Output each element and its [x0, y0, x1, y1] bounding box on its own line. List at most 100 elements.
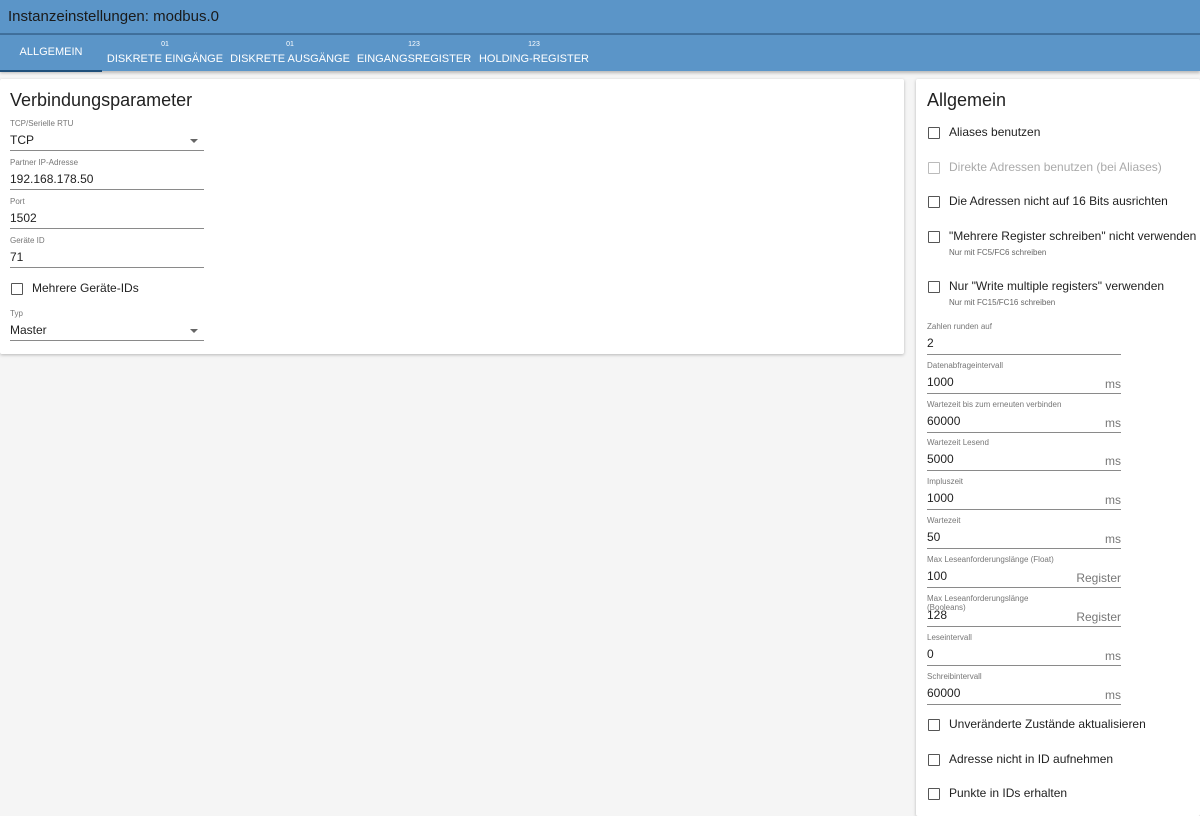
- underline: [927, 626, 1121, 627]
- multi-device-ids-checkbox[interactable]: Mehrere Geräte-IDs: [11, 281, 211, 299]
- checkbox-box[interactable]: [11, 283, 23, 295]
- direct-addresses-checkbox[interactable]: Direkte Adressen benutzen (bei Aliases): [928, 160, 1198, 178]
- underline: [927, 354, 1121, 355]
- checkbox-label: Nur "Write multiple registers" verwenden: [949, 279, 1165, 293]
- poll-interval-input[interactable]: Datenabfrageintervall 1000 ms: [927, 361, 1121, 394]
- checkbox-box[interactable]: [928, 231, 940, 243]
- read-interval-input[interactable]: Leseintervall 0 ms: [927, 633, 1121, 666]
- numeric-icon: 123: [408, 41, 420, 48]
- field-value: 60000: [927, 414, 961, 428]
- field-value: 0: [927, 647, 934, 661]
- type-select[interactable]: Typ Master: [10, 309, 204, 341]
- underline: [10, 267, 204, 268]
- checkbox-box[interactable]: [928, 719, 940, 731]
- field-value: 192.168.178.50: [10, 172, 94, 186]
- tab-label: Eingangsregister: [356, 53, 472, 65]
- no-16bit-align-checkbox[interactable]: Die Adressen nicht auf 16 Bits ausrichte…: [928, 194, 1198, 212]
- field-label: Leseintervall: [927, 633, 972, 642]
- reconnect-timeout-input[interactable]: Wartezeit bis zum erneuten verbinden 600…: [927, 400, 1121, 433]
- max-read-float-input[interactable]: Max Leseanforderungslänge (Float) 100 Re…: [927, 555, 1121, 588]
- checkbox-label: Unveränderte Zustände aktualisieren: [949, 717, 1146, 731]
- field-unit: Register: [1076, 571, 1121, 585]
- checkbox-box[interactable]: [928, 788, 940, 800]
- port-input[interactable]: Port 1502: [10, 197, 204, 229]
- checkbox-box[interactable]: [928, 196, 940, 208]
- field-value: 128: [927, 608, 948, 622]
- underline: [927, 393, 1121, 394]
- pulse-time-input[interactable]: Impluszeit 1000 ms: [927, 477, 1121, 510]
- no-multiple-write-checkbox[interactable]: "Mehrere Register schreiben" nicht verwe…: [928, 229, 1198, 257]
- tab-diskrete-eingaenge[interactable]: 01 Diskrete Eingänge: [104, 35, 226, 71]
- underline: [927, 665, 1121, 666]
- connection-panel-title: Verbindungsparameter: [10, 90, 193, 110]
- checkbox-label: Direkte Adressen benutzen (bei Aliases): [949, 160, 1162, 174]
- field-label: Schreibintervall: [927, 672, 982, 681]
- underline: [10, 150, 204, 151]
- no-address-in-id-checkbox[interactable]: Adresse nicht in ID aufnehmen: [928, 752, 1198, 770]
- field-value: 50: [927, 530, 941, 544]
- checkbox-label: Punkte in IDs erhalten: [949, 786, 1068, 800]
- tab-label: Allgemein: [19, 46, 83, 58]
- title-bar: Instanzeinstellungen: modbus.0: [0, 0, 1200, 35]
- field-value: 100: [927, 569, 948, 583]
- checkbox-hint: Nur mit FC15/FC16 schreiben: [949, 298, 1056, 307]
- device-id-input[interactable]: Geräte ID 71: [10, 236, 204, 268]
- field-label: Typ: [10, 309, 23, 318]
- tab-label: Holding-Register: [478, 53, 589, 65]
- field-label: Wartezeit bis zum erneuten verbinden: [927, 400, 1062, 409]
- checkbox-box[interactable]: [928, 754, 940, 766]
- field-label: Port: [10, 197, 25, 206]
- numeric-icon: 123: [528, 41, 540, 48]
- checkbox-box[interactable]: [928, 127, 940, 139]
- underline: [927, 704, 1121, 705]
- checkbox-box[interactable]: [928, 162, 940, 174]
- field-value: 5000: [927, 452, 954, 466]
- tab-holding-register[interactable]: 123 Holding-Register: [476, 35, 592, 71]
- ip-address-input[interactable]: Partner IP-Adresse 192.168.178.50: [10, 158, 204, 190]
- underline: [10, 228, 204, 229]
- checkbox-label: Aliases benutzen: [949, 125, 1041, 139]
- tab-diskrete-ausgaenge[interactable]: 01 Diskrete Ausgänge: [228, 35, 352, 71]
- field-label: Partner IP-Adresse: [10, 158, 79, 167]
- checkbox-label: Die Adressen nicht auf 16 Bits ausrichte…: [949, 194, 1168, 208]
- update-unchanged-checkbox[interactable]: Unveränderte Zustände aktualisieren: [928, 717, 1198, 735]
- round-to-input[interactable]: Zahlen runden auf 2: [927, 322, 1121, 355]
- connection-panel: Verbindungsparameter TCP/Serielle RTU TC…: [0, 79, 904, 354]
- checkbox-label: "Mehrere Register schreiben" nicht verwe…: [949, 229, 1197, 243]
- checkbox-label: Adresse nicht in ID aufnehmen: [949, 752, 1114, 766]
- field-label: Impluszeit: [927, 477, 964, 486]
- field-value: 2: [927, 336, 934, 350]
- tab-allgemein[interactable]: Allgemein: [0, 35, 102, 72]
- field-unit: ms: [1105, 688, 1121, 702]
- underline: [927, 548, 1121, 549]
- underline: [927, 509, 1121, 510]
- only-write-multiple-checkbox[interactable]: Nur "Write multiple registers" verwenden…: [928, 279, 1198, 307]
- general-panel: Allgemein Aliases benutzen Direkte Adres…: [916, 79, 1200, 816]
- field-value: 1000: [927, 491, 954, 505]
- tab-eingangsregister[interactable]: 123 Eingangsregister: [356, 35, 472, 71]
- field-unit: Register: [1076, 610, 1121, 624]
- checkbox-label: Mehrere Geräte-IDs: [32, 281, 139, 295]
- binary-icon: 01: [286, 41, 294, 48]
- max-read-booleans-input[interactable]: Max Leseanforderungslänge (Booleans) 128…: [927, 594, 1121, 627]
- window-title: Instanzeinstellungen: modbus.0: [8, 8, 219, 25]
- connection-type-select[interactable]: TCP/Serielle RTU TCP: [10, 119, 204, 151]
- wait-time-input[interactable]: Wartezeit 50 ms: [927, 516, 1121, 549]
- use-aliases-checkbox[interactable]: Aliases benutzen: [928, 125, 1198, 143]
- field-label: Wartezeit Lesend: [927, 438, 989, 447]
- field-label: Geräte ID: [10, 236, 45, 245]
- keep-dots-in-ids-checkbox[interactable]: Punkte in IDs erhalten: [928, 786, 1198, 804]
- field-value: 71: [10, 250, 24, 264]
- underline: [927, 587, 1121, 588]
- underline: [10, 340, 204, 341]
- underline: [927, 470, 1121, 471]
- field-label: TCP/Serielle RTU: [10, 119, 74, 128]
- read-timeout-input[interactable]: Wartezeit Lesend 5000 ms: [927, 438, 1121, 471]
- underline: [10, 189, 204, 190]
- tab-bar: Allgemein 01 Diskrete Eingänge 01 Diskre…: [0, 35, 1200, 72]
- field-unit: ms: [1105, 649, 1121, 663]
- checkbox-box[interactable]: [928, 281, 940, 293]
- write-interval-input[interactable]: Schreibintervall 60000 ms: [927, 672, 1121, 705]
- field-unit: ms: [1105, 377, 1121, 391]
- tab-label: Diskrete Eingänge: [106, 53, 224, 65]
